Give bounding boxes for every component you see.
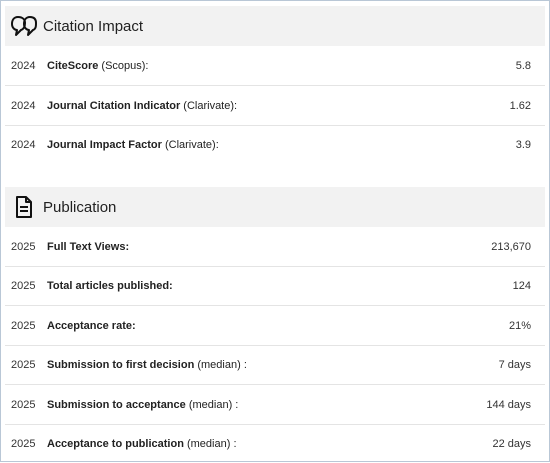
metric-label: Full Text Views: — [47, 240, 130, 253]
quote-bubble-icon — [9, 13, 39, 39]
metric-year: 2025 — [11, 240, 36, 253]
metric-value: 3.9 — [515, 138, 531, 151]
metric-row-first-decision: 2025 Submission to first decision (media… — [5, 345, 545, 385]
metric-row-full-text-views: 2025 Full Text Views: 213,670 — [5, 227, 545, 267]
metric-value: 5.8 — [515, 59, 531, 72]
metric-year: 2024 — [11, 99, 36, 112]
publication-header: Publication — [5, 187, 545, 227]
metric-row-acceptance-rate: 2025 Acceptance rate: 21% — [5, 306, 545, 346]
metric-year: 2025 — [11, 358, 36, 371]
metric-value: 7 days — [498, 358, 531, 371]
metric-row-jif: 2024 Journal Impact Factor (Clarivate): … — [5, 125, 545, 164]
metric-label: CiteScore (Scopus): — [47, 59, 149, 72]
section-title: Citation Impact — [43, 17, 144, 35]
metric-value: 213,670 — [491, 240, 531, 253]
metric-label: Journal Citation Indicator (Clarivate): — [47, 99, 238, 112]
metric-label: Submission to acceptance (median) : — [47, 398, 239, 411]
metric-row-jci: 2024 Journal Citation Indicator (Clariva… — [5, 86, 545, 126]
metric-label: Total articles published: — [47, 279, 173, 292]
document-icon — [9, 194, 39, 220]
section-title: Publication — [43, 198, 117, 216]
metric-label: Acceptance to publication (median) : — [47, 437, 237, 450]
metric-year: 2025 — [11, 279, 36, 292]
metric-label: Submission to first decision (median) : — [47, 358, 247, 371]
metric-year: 2025 — [11, 398, 36, 411]
metric-value: 22 days — [492, 437, 531, 450]
metric-year: 2025 — [11, 319, 36, 332]
metric-value: 144 days — [486, 398, 531, 411]
metric-label: Acceptance rate: — [47, 319, 136, 332]
citation-impact-header: Citation Impact — [5, 6, 545, 46]
metric-row-citescore: 2024 CiteScore (Scopus): 5.8 — [5, 46, 545, 86]
metric-year: 2024 — [11, 138, 36, 151]
metric-value: 1.62 — [509, 99, 531, 112]
metric-row-acceptance-to-publication: 2025 Acceptance to publication (median) … — [5, 424, 545, 463]
metric-label: Journal Impact Factor (Clarivate): — [47, 138, 219, 151]
metrics-panel: Citation Impact 2024 CiteScore (Scopus):… — [0, 0, 550, 462]
metric-row-total-articles: 2025 Total articles published: 124 — [5, 266, 545, 306]
metric-year: 2025 — [11, 437, 36, 450]
metric-value: 21% — [508, 319, 531, 332]
metric-row-submission-to-acceptance: 2025 Submission to acceptance (median) :… — [5, 385, 545, 425]
metric-year: 2024 — [11, 59, 36, 72]
metric-value: 124 — [512, 279, 531, 292]
